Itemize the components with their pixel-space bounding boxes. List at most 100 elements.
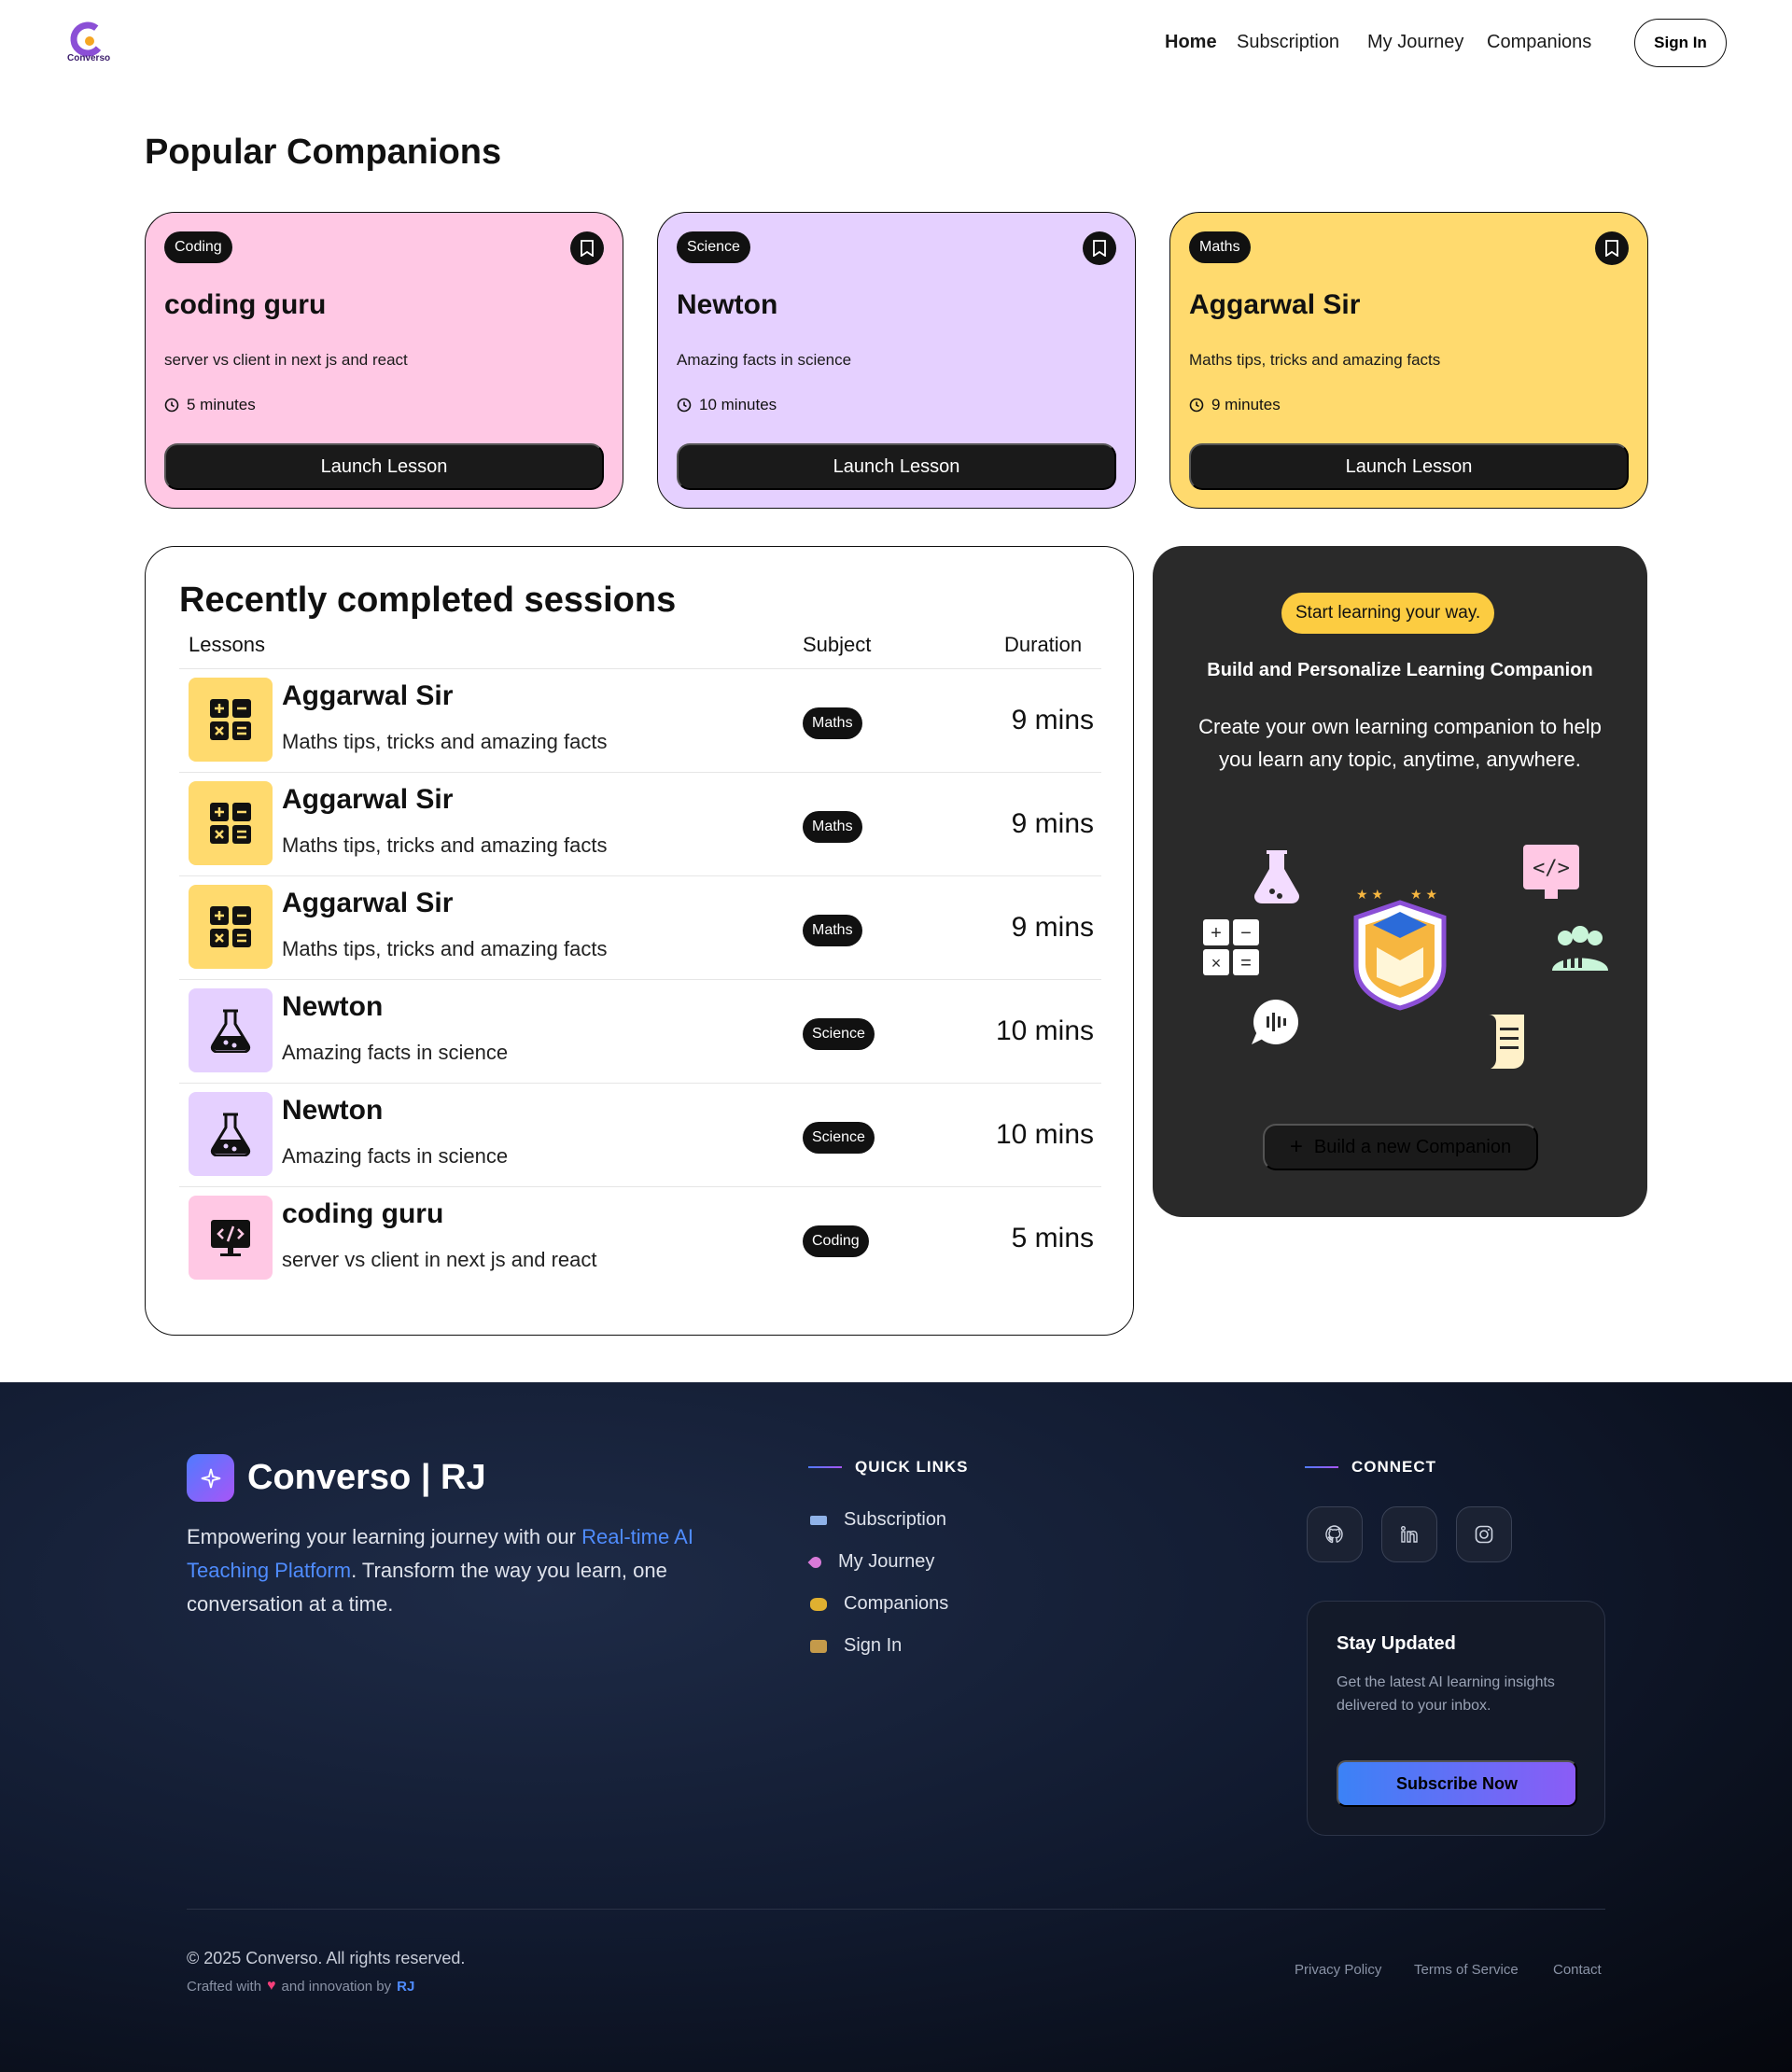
- footer-divider: [187, 1909, 1605, 1910]
- nav-my-journey[interactable]: My Journey: [1367, 32, 1463, 53]
- launch-lesson-button[interactable]: Launch Lesson: [1189, 443, 1629, 490]
- companion-duration: 5 minutes: [164, 396, 256, 414]
- session-duration: 9 mins: [1011, 808, 1094, 839]
- svg-text:−: −: [1240, 923, 1252, 944]
- session-name: Newton: [282, 1095, 384, 1126]
- card-icon: [810, 1515, 827, 1525]
- privacy-policy-link[interactable]: Privacy Policy: [1295, 1962, 1381, 1978]
- bookmark-icon[interactable]: [1595, 231, 1629, 265]
- footer-link-sign-in[interactable]: Sign In: [810, 1635, 902, 1657]
- session-row[interactable]: Aggarwal Sir Maths tips, tricks and amazi…: [179, 875, 1101, 979]
- copyright-text: © 2025 Converso. All rights reserved.: [187, 1949, 466, 1967]
- newsletter-title: Stay Updated: [1337, 1633, 1456, 1654]
- flask-illustration-icon: [1253, 850, 1300, 903]
- subject-badge: Maths: [803, 811, 862, 843]
- linkedin-icon[interactable]: [1381, 1506, 1437, 1562]
- companion-card: Maths Aggarwal Sir Maths tips, tricks an…: [1169, 212, 1648, 509]
- cta-heading: Build and Personalize Learning Companion: [1207, 660, 1593, 680]
- plus-icon: +: [1289, 1134, 1303, 1159]
- clock-icon: [164, 398, 179, 413]
- svg-text:</>: </>: [1533, 857, 1570, 880]
- footer-link-companions[interactable]: Companions: [810, 1593, 948, 1615]
- subject-badge: Maths: [1189, 231, 1251, 263]
- session-duration: 9 mins: [1011, 705, 1094, 735]
- subscribe-now-button[interactable]: Subscribe Now: [1337, 1760, 1577, 1807]
- companion-name: coding guru: [164, 289, 327, 320]
- nav-subscription[interactable]: Subscription: [1237, 32, 1339, 53]
- code-monitor-illustration-icon: </>: [1523, 845, 1579, 899]
- session-row[interactable]: Aggarwal Sir Maths tips, tricks and amazi…: [179, 668, 1101, 772]
- session-topic: Amazing facts in science: [282, 1041, 509, 1064]
- session-name: coding guru: [282, 1198, 444, 1229]
- companion-topic: Amazing facts in science: [677, 351, 852, 369]
- companion-duration: 9 minutes: [1189, 396, 1281, 414]
- footer-brand: Converso | RJ: [247, 1458, 486, 1497]
- subject-badge: Maths: [803, 707, 862, 739]
- recent-sessions-title: Recently completed sessions: [179, 581, 677, 620]
- cta-illustration: </> + − × = ★ ★ ★ ★: [1203, 845, 1608, 1069]
- rocket-icon: [807, 1554, 824, 1570]
- github-icon[interactable]: [1307, 1506, 1363, 1562]
- contact-link[interactable]: Contact: [1553, 1962, 1602, 1978]
- newsletter-description: Get the latest AI learning insights deli…: [1337, 1674, 1555, 1714]
- newsletter-card: Stay Updated Get the latest AI learning …: [1307, 1601, 1605, 1836]
- header-subject: Subject: [803, 633, 872, 656]
- session-duration: 5 mins: [1011, 1223, 1094, 1253]
- session-topic: Maths tips, tricks and amazing facts: [282, 833, 608, 857]
- team-chart-illustration-icon: [1552, 926, 1608, 971]
- header-duration: Duration: [1004, 633, 1083, 656]
- session-topic: Amazing facts in science: [282, 1144, 509, 1168]
- bookmark-icon[interactable]: [570, 231, 604, 265]
- launch-lesson-button[interactable]: Launch Lesson: [677, 443, 1116, 490]
- subject-badge: Science: [803, 1122, 875, 1154]
- session-row[interactable]: coding guru server vs client in next js a…: [179, 1186, 1101, 1290]
- calculator-icon: [189, 781, 273, 865]
- calculator-illustration-icon: + − × =: [1203, 919, 1259, 975]
- calculator-icon: [189, 885, 273, 969]
- session-duration: 9 mins: [1011, 912, 1094, 943]
- quick-links-heading: QUICK LINKS: [808, 1458, 969, 1477]
- duration-text: 10 minutes: [699, 396, 777, 413]
- cta-pill: Start learning your way.: [1281, 593, 1495, 634]
- build-button-label: Build a new Companion: [1313, 1136, 1512, 1157]
- launch-lesson-button[interactable]: Launch Lesson: [164, 443, 604, 490]
- popular-companions-title: Popular Companions: [145, 133, 502, 172]
- svg-text:★ ★: ★ ★: [1410, 887, 1437, 902]
- svg-text:=: =: [1240, 953, 1252, 973]
- handshake-icon: [810, 1597, 827, 1611]
- subject-badge: Maths: [803, 915, 862, 946]
- build-companion-cta: Start learning your way. Build and Perso…: [1153, 546, 1647, 1217]
- recent-sessions-panel: Recently completed sessions Lessons Subj…: [145, 546, 1134, 1336]
- build-new-companion-button[interactable]: + Build a new Companion: [1263, 1124, 1538, 1170]
- instagram-icon[interactable]: [1456, 1506, 1512, 1562]
- session-row[interactable]: Newton Amazing facts in science Science 10 …: [179, 979, 1101, 1083]
- sign-in-button[interactable]: Sign In: [1634, 19, 1727, 67]
- subject-badge: Coding: [164, 231, 232, 263]
- footer-description: Empowering your learning journey with ou…: [187, 1525, 693, 1616]
- bookmark-icon[interactable]: [1083, 231, 1116, 265]
- author-link[interactable]: RJ: [397, 1979, 414, 1995]
- session-name: Aggarwal Sir: [282, 784, 454, 815]
- session-row[interactable]: Newton Amazing facts in science Science 10 …: [179, 1083, 1101, 1186]
- footer: Converso | RJ Empowering your learning j…: [0, 1382, 1792, 2072]
- chat-voice-illustration-icon: [1252, 1000, 1298, 1044]
- sparkle-icon: [187, 1454, 234, 1502]
- session-row[interactable]: Aggarwal Sir Maths tips, tricks and amazi…: [179, 772, 1101, 875]
- companion-name: Aggarwal Sir: [1189, 289, 1361, 320]
- cta-text: Create your own learning companion to he…: [1198, 715, 1602, 771]
- flask-icon: [189, 1092, 273, 1176]
- navbar: Converso Home Subscription My Journey Co…: [0, 0, 1792, 86]
- svg-text:×: ×: [1211, 954, 1222, 973]
- session-duration: 10 mins: [995, 1119, 1094, 1150]
- footer-link-subscription[interactable]: Subscription: [810, 1509, 946, 1531]
- nav-companions[interactable]: Companions: [1487, 32, 1591, 53]
- duration-text: 5 minutes: [187, 396, 256, 413]
- terms-of-service-link[interactable]: Terms of Service: [1414, 1962, 1519, 1978]
- footer-link-my-journey[interactable]: My Journey: [807, 1551, 934, 1573]
- svg-text:+: +: [1211, 923, 1222, 944]
- nav-home[interactable]: Home: [1165, 32, 1217, 53]
- session-topic: Maths tips, tricks and amazing facts: [282, 937, 608, 960]
- calculator-icon: [189, 678, 273, 762]
- companion-topic: Maths tips, tricks and amazing facts: [1189, 351, 1441, 369]
- companion-name: Newton: [677, 289, 778, 320]
